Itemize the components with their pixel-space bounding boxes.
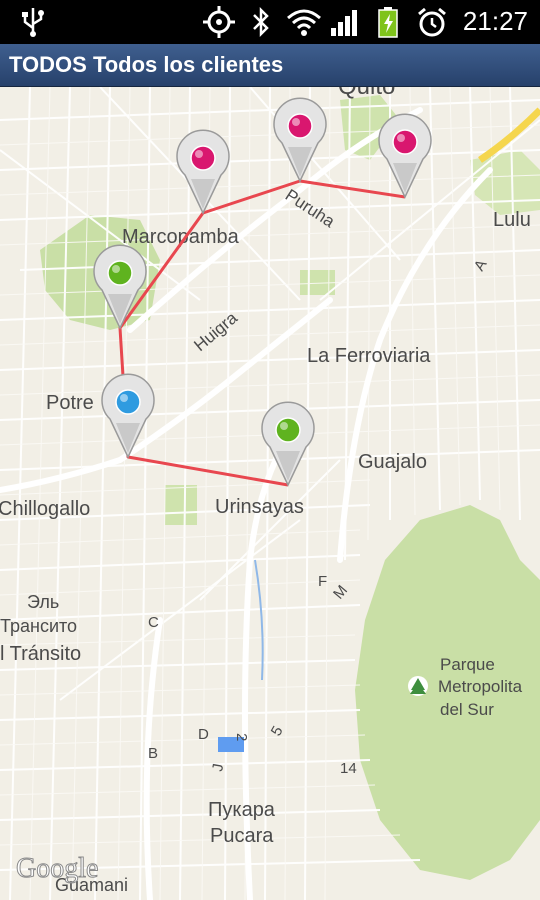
label-la-ferroviaria: La Ferroviaria bbox=[307, 345, 431, 367]
label-quito: Quito bbox=[338, 87, 395, 100]
park-small-1 bbox=[165, 485, 197, 525]
label-potrero: Potre bbox=[46, 392, 94, 414]
map-canvas[interactable]: Quito Marcopamba Lulu Puruha Huigra La F… bbox=[0, 87, 540, 900]
tree-icon bbox=[408, 676, 428, 696]
wifi-icon bbox=[287, 9, 321, 36]
page-title: TODOS Todos los clientes bbox=[9, 52, 284, 77]
usb-icon bbox=[22, 8, 44, 37]
label-el-transito: l Tránsito bbox=[0, 643, 81, 665]
label-parque-3: del Sur bbox=[440, 700, 494, 719]
road-label-d: D bbox=[198, 726, 209, 743]
road-label-b: B bbox=[148, 745, 158, 762]
label-pukara-ru: Пукара bbox=[208, 799, 276, 821]
label-parque-1: Parque bbox=[440, 655, 495, 674]
label-lulu: Lulu bbox=[493, 209, 531, 231]
road-label-14: 14 bbox=[340, 760, 357, 777]
title-bar: TODOS Todos los clientes bbox=[0, 44, 540, 87]
google-logo: Google bbox=[16, 853, 98, 884]
label-guajalo: Guajalo bbox=[358, 451, 427, 473]
status-bar: 21:27 bbox=[0, 0, 540, 44]
battery-charging-icon bbox=[378, 7, 398, 38]
label-urinsayas: Urinsayas bbox=[215, 496, 304, 518]
road-label-f: F bbox=[318, 573, 327, 590]
signal-icon bbox=[331, 10, 357, 36]
gps-icon bbox=[203, 6, 235, 38]
label-el: Эль bbox=[27, 592, 59, 612]
road-label-c: C bbox=[148, 614, 159, 631]
label-transito-ru: Трансито bbox=[0, 616, 77, 636]
clock: 21:27 bbox=[462, 6, 528, 36]
alarm-icon bbox=[418, 7, 446, 37]
label-chillogallo: Chillogallo bbox=[0, 498, 90, 520]
label-pucara: Pucara bbox=[210, 825, 274, 847]
map-view[interactable]: Quito Marcopamba Lulu Puruha Huigra La F… bbox=[0, 87, 540, 900]
bluetooth-icon bbox=[253, 6, 269, 38]
road-label-2: 2 bbox=[233, 733, 250, 741]
label-parque-2: Metropolita bbox=[438, 677, 523, 696]
